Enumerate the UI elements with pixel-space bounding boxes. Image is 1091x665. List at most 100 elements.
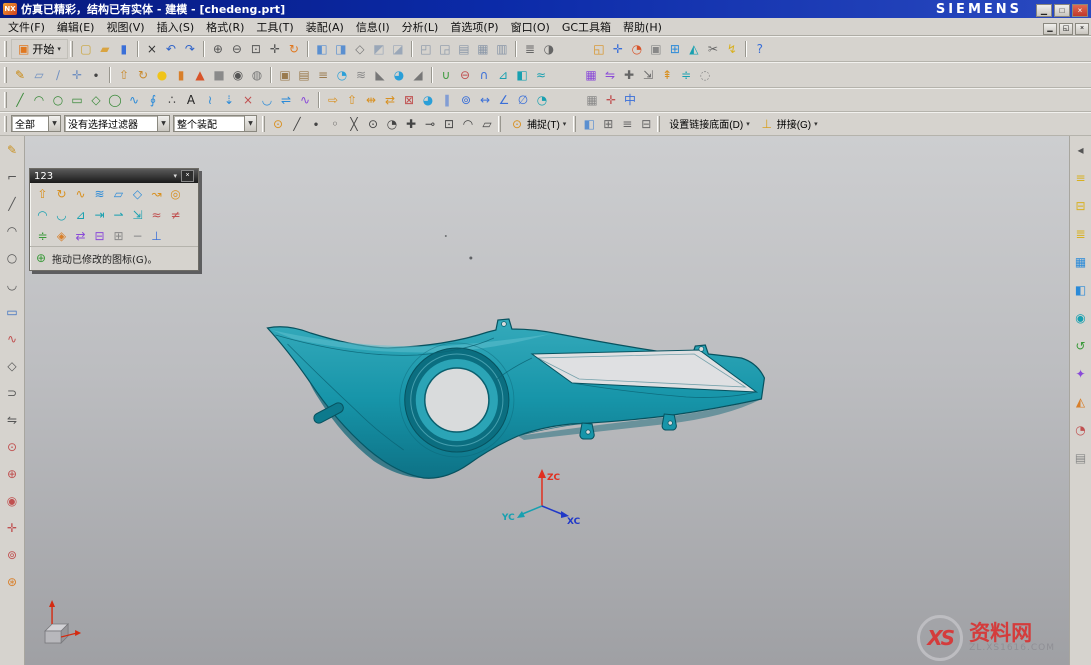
- process-studio-icon[interactable]: ✦: [1072, 365, 1090, 383]
- palette-extrude-icon[interactable]: ⇧: [34, 185, 51, 202]
- snap-existing-point-icon[interactable]: ✚: [402, 115, 420, 133]
- text-icon[interactable]: A: [182, 91, 200, 109]
- offset-face-icon[interactable]: ⇞: [658, 66, 676, 84]
- menu-file[interactable]: 文件(F): [2, 18, 51, 36]
- helix-icon[interactable]: ∮: [144, 91, 162, 109]
- arc-icon[interactable]: ◠: [30, 91, 48, 109]
- sphere-icon[interactable]: ●: [153, 66, 171, 84]
- mounting-hole[interactable]: [502, 322, 507, 327]
- chamfer-icon[interactable]: ◣: [371, 66, 389, 84]
- menu-information[interactable]: 信息(I): [350, 18, 396, 36]
- palette-ruled-icon[interactable]: ▱: [110, 185, 127, 202]
- snap-point-button[interactable]: ⊙ 捕捉(T) ▾: [505, 115, 571, 133]
- dropdown-arrow-icon[interactable]: ▼: [244, 116, 256, 131]
- electrode-icon[interactable]: ↯: [723, 40, 741, 58]
- sketch-line-icon[interactable]: ╱: [3, 195, 21, 213]
- mounting-hole[interactable]: [699, 347, 704, 352]
- selection-scope-select[interactable]: 整个装配 ▼: [173, 115, 257, 132]
- draft-icon[interactable]: ◢: [409, 66, 427, 84]
- shaded-icon[interactable]: ◨: [332, 40, 350, 58]
- datum-csys-icon[interactable]: ✛: [68, 66, 86, 84]
- offset-curve-icon[interactable]: ≀: [201, 91, 219, 109]
- shell-icon[interactable]: ◔: [333, 66, 351, 84]
- resource-pin-icon[interactable]: ◂: [1072, 141, 1090, 159]
- palette-n-sided-icon[interactable]: ◇: [129, 185, 146, 202]
- snap-quadrant-icon[interactable]: ◔: [383, 115, 401, 133]
- dropdown-arrow-icon[interactable]: ▼: [157, 116, 169, 131]
- hole-icon[interactable]: ◉: [229, 66, 247, 84]
- mounting-hole[interactable]: [668, 421, 672, 425]
- law-curve-icon[interactable]: ∿: [296, 91, 314, 109]
- snap-enable-icon[interactable]: ⊙: [269, 115, 287, 133]
- palette-close-button[interactable]: ×: [181, 170, 194, 182]
- pull-face-icon[interactable]: ⇧: [343, 91, 361, 109]
- init-project-icon[interactable]: ◱: [590, 40, 608, 58]
- undo-icon[interactable]: ↶: [162, 40, 180, 58]
- menu-help[interactable]: 帮助(H): [617, 18, 668, 36]
- studio-render-icon[interactable]: ◩: [370, 40, 388, 58]
- stray-point[interactable]: [469, 257, 472, 260]
- sketch-rectangle-icon[interactable]: ▭: [3, 303, 21, 321]
- join-button[interactable]: ⊥ 拼接(G) ▾: [755, 115, 823, 133]
- snap-control-point-icon[interactable]: ◦: [326, 115, 344, 133]
- face-analysis-icon[interactable]: ◪: [389, 40, 407, 58]
- wrap-geometry-icon[interactable]: ◌: [696, 66, 714, 84]
- sketch-fillet-icon[interactable]: ◡: [3, 276, 21, 294]
- palette-swept-icon[interactable]: ↝: [148, 185, 165, 202]
- zoom-in-icon[interactable]: ⊕: [209, 40, 227, 58]
- view-trimetric-icon[interactable]: ◰: [417, 40, 435, 58]
- trim-body-icon[interactable]: ⊿: [494, 66, 512, 84]
- datum-point-icon[interactable]: ⊕: [3, 465, 21, 483]
- project-curve-icon[interactable]: ⇣: [220, 91, 238, 109]
- palette-extension-icon[interactable]: ⇥: [91, 206, 108, 223]
- palette-x-form-icon[interactable]: ⇄: [72, 227, 89, 244]
- make-coplanar-icon[interactable]: ∥: [438, 91, 456, 109]
- document-close-button[interactable]: ×: [1075, 23, 1089, 35]
- toolbar-grip[interactable]: [4, 92, 7, 108]
- list-icon[interactable]: ≡: [618, 115, 636, 133]
- grid-icon[interactable]: ▦: [583, 91, 601, 109]
- snap-intersection-icon[interactable]: ╳: [345, 115, 363, 133]
- sketch-icon[interactable]: ✎: [11, 66, 29, 84]
- subtract-icon[interactable]: ⊖: [456, 66, 474, 84]
- help-icon[interactable]: ?: [751, 40, 769, 58]
- edge-blend-icon[interactable]: ◕: [390, 66, 408, 84]
- palette-enlarge-icon[interactable]: ⇲: [129, 206, 146, 223]
- palette-patch-icon[interactable]: ◈: [53, 227, 70, 244]
- polygon-icon[interactable]: ◇: [87, 91, 105, 109]
- sketch-circle-icon[interactable]: ○: [3, 249, 21, 267]
- direct-sketch-icon[interactable]: ✎: [3, 141, 21, 159]
- intersect-curve-icon[interactable]: ×: [239, 91, 257, 109]
- sew-icon[interactable]: ≈: [532, 66, 550, 84]
- menu-format[interactable]: 格式(R): [200, 18, 250, 36]
- pad-icon[interactable]: ▤: [295, 66, 313, 84]
- sketch-polygon-icon[interactable]: ◇: [3, 357, 21, 375]
- palette-offset-surface-icon[interactable]: ◠: [34, 206, 51, 223]
- shell-face-icon[interactable]: ◔: [533, 91, 551, 109]
- line-icon[interactable]: ╱: [11, 91, 29, 109]
- point-icon[interactable]: ∙: [87, 66, 105, 84]
- palette-sew-icon[interactable]: ≈: [148, 206, 165, 223]
- snap-point-on-face-icon[interactable]: ⊡: [440, 115, 458, 133]
- snap-arc-center-icon[interactable]: ⊙: [364, 115, 382, 133]
- menu-view[interactable]: 视图(V): [100, 18, 150, 36]
- point-on-curve-icon[interactable]: ◉: [3, 492, 21, 510]
- studio-spline-icon[interactable]: ∿: [125, 91, 143, 109]
- palette-sweep-icon[interactable]: ∿: [72, 185, 89, 202]
- thicken-icon[interactable]: ≑: [677, 66, 695, 84]
- palette-titlebar[interactable]: 123 ▾ ×: [30, 169, 198, 183]
- new-file-icon[interactable]: ▢: [77, 40, 95, 58]
- mirror-curve-icon[interactable]: ⇌: [277, 91, 295, 109]
- hd3d-tools-icon[interactable]: ◧: [1072, 281, 1090, 299]
- radial-dimension-icon[interactable]: ∅: [514, 91, 532, 109]
- toolbar-grip[interactable]: [657, 116, 660, 132]
- titlebar-minimize-button[interactable]: ▁: [1036, 4, 1052, 17]
- menu-insert[interactable]: 插入(S): [151, 18, 201, 36]
- intersect-icon[interactable]: ∩: [475, 66, 493, 84]
- snap-point-on-curve-icon[interactable]: ⊸: [421, 115, 439, 133]
- type-filter-select[interactable]: 全部 ▼: [11, 115, 61, 132]
- toolbar-grip[interactable]: [573, 116, 576, 132]
- toolbar-grip[interactable]: [498, 116, 501, 132]
- linear-dimension-icon[interactable]: ↔: [476, 91, 494, 109]
- mold-csys-icon[interactable]: ✛: [609, 40, 627, 58]
